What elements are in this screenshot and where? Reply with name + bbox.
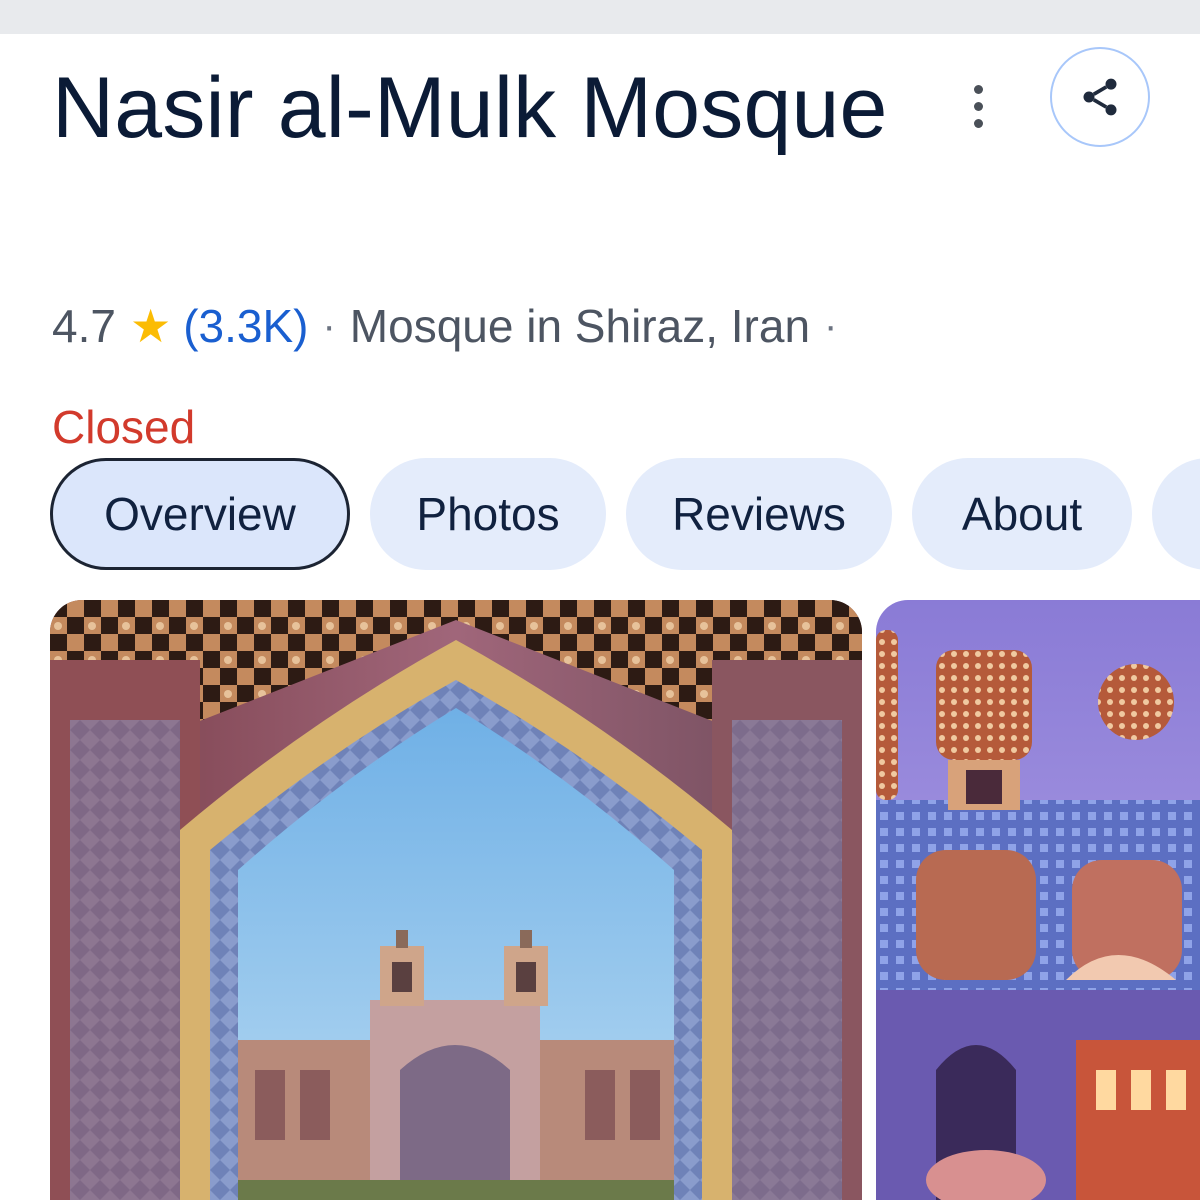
photo-secondary[interactable] <box>876 600 1200 1200</box>
tab-about[interactable]: About <box>912 458 1132 570</box>
separator: · <box>824 303 838 348</box>
share-icon <box>1083 78 1117 116</box>
tab-photos[interactable]: Photos <box>370 458 606 570</box>
place-meta-line: 4.7 ★ (3.3K) · Mosque in Shiraz, Iran · <box>52 296 1172 356</box>
tab-reviews[interactable]: Reviews <box>626 458 892 570</box>
photo-main-image <box>50 600 862 1200</box>
more-vert-icon <box>973 84 983 94</box>
place-category: Mosque in Shiraz, Iran <box>349 300 811 352</box>
more-vert-icon-dot-3 <box>973 118 983 128</box>
photo-main[interactable] <box>50 600 862 1200</box>
photo-secondary-image <box>876 600 1200 1200</box>
place-title: Nasir al-Mulk Mosque <box>52 60 888 156</box>
more-options-button[interactable] <box>955 78 1001 134</box>
share-button[interactable] <box>1050 47 1150 147</box>
tab-bar: Overview Photos Reviews About D <box>50 458 1200 572</box>
more-vert-icon-dot-2 <box>973 101 983 111</box>
tab-overview[interactable]: Overview <box>50 458 350 570</box>
separator: · <box>322 303 336 348</box>
star-icon: ★ <box>129 300 172 352</box>
tab-more[interactable]: D <box>1152 458 1200 570</box>
review-count-link[interactable]: (3.3K) <box>183 299 308 353</box>
rating-value: 4.7 <box>52 300 116 352</box>
open-status: Closed <box>52 401 196 453</box>
top-bar <box>0 0 1200 34</box>
